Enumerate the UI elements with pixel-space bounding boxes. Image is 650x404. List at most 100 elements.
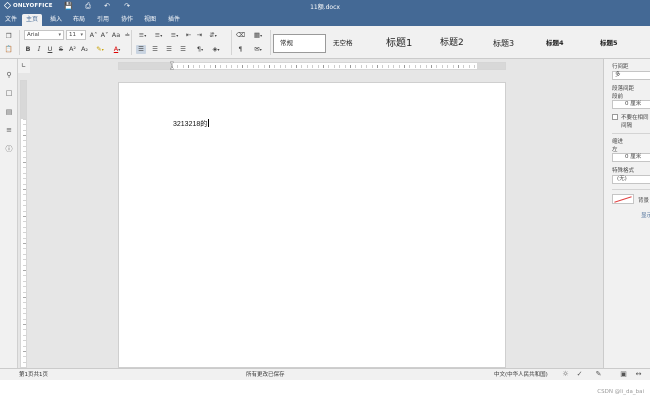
highlight-color-button[interactable]: ✎▾ [94, 45, 106, 54]
tab-plugins[interactable]: 插件 [164, 14, 184, 26]
decrease-indent-icon[interactable]: ⇤ [184, 31, 193, 40]
insert-image-icon[interactable]: ▦▾ [251, 31, 265, 40]
style-heading-3[interactable]: 标题3 [487, 34, 539, 53]
style-no-spacing[interactable]: 无空格 [327, 34, 377, 53]
toolbar-separator [19, 30, 20, 55]
subscript-button[interactable]: A₂ [80, 45, 89, 54]
style-normal[interactable]: 常规 [273, 34, 326, 53]
save-icon[interactable]: 💾 [64, 2, 73, 10]
numbered-list-icon[interactable]: ≡▾ [152, 31, 165, 40]
document-page[interactable]: 3213218的 [118, 82, 506, 368]
spellcheck-icon[interactable]: ✓ [575, 370, 584, 379]
align-right-icon[interactable]: ☰ [164, 45, 174, 54]
ruler-ticks [172, 65, 477, 68]
style-heading-1[interactable]: 标题1 [380, 34, 432, 53]
vertical-ruler[interactable] [20, 80, 27, 368]
horizontal-ruler[interactable]: ▽ △ [118, 62, 506, 71]
special-indent-select[interactable]: (无) [612, 175, 650, 184]
comments-icon[interactable]: □ [4, 88, 14, 98]
special-indent-value: (无) [617, 176, 627, 182]
fit-width-icon[interactable]: ↔ [634, 370, 643, 379]
bullet-list-icon[interactable]: ≡▾ [136, 31, 149, 40]
font-color-button[interactable]: A▾ [111, 45, 123, 54]
track-changes-icon[interactable]: ✎ [594, 370, 603, 379]
panel-separator [612, 189, 650, 190]
status-bar: 第1页共1页 所有更改已保存 中文(中华人民共和国) ☼ ✓ ✎ ▣ ↔ [0, 368, 650, 380]
style-heading-5[interactable]: 标题5 [594, 34, 644, 53]
indent-marker-icon[interactable]: ▽ △ [170, 62, 175, 71]
dont-add-space-label-2: 间隔 [621, 123, 633, 129]
superscript-button[interactable]: A² [68, 45, 77, 54]
document-text: 3213218的 [173, 121, 208, 128]
line-spacing-select[interactable]: 多 [612, 71, 650, 80]
tab-layout[interactable]: 布局 [69, 14, 89, 26]
show-advanced-link[interactable]: 显示 [641, 211, 650, 219]
indent-left-value: 0 厘米 [625, 154, 642, 160]
tab-collaborate[interactable]: 协作 [117, 14, 137, 26]
line-spacing-label: 行间距 [612, 64, 629, 70]
search-icon[interactable]: ⚲ [4, 70, 14, 80]
language-select[interactable]: 中文(中华人民共和国) [494, 371, 548, 379]
about-icon[interactable]: ⓘ [4, 144, 14, 154]
spacing-before-input[interactable]: 0 厘米 [612, 100, 650, 109]
align-left-icon[interactable]: ☰ [136, 45, 146, 54]
tab-stop-icon[interactable]: ∟ [21, 62, 26, 69]
navigation-icon[interactable]: ≡ [4, 125, 14, 135]
page-info[interactable]: 第1页共1页 [19, 371, 48, 379]
ruler-top-margin [21, 81, 26, 119]
dont-add-space-checkbox[interactable] [612, 114, 618, 120]
fit-page-icon[interactable]: ▣ [619, 370, 628, 379]
tab-file[interactable]: 文件 [1, 14, 21, 26]
shading-icon[interactable]: ◈▾ [209, 45, 223, 54]
menu-tab-bar: 文件 主页 插入 布局 引用 协作 视图 插件 [0, 13, 650, 26]
indent-left-input[interactable]: 0 厘米 [612, 153, 650, 162]
font-size-select[interactable]: 11 ▾ [66, 30, 86, 40]
tab-home[interactable]: 主页 [22, 14, 43, 26]
toolbar-separator [270, 30, 271, 55]
print-icon[interactable]: ⎙ [84, 2, 92, 10]
paragraph-spacing-label: 段落间距 [612, 86, 635, 92]
paragraph-mark-button[interactable]: ¶▾ [194, 45, 206, 54]
toolbar-separator [131, 30, 132, 55]
indent-left-label: 左 [612, 147, 618, 153]
align-center-icon[interactable]: ☰ [150, 45, 160, 54]
tab-insert[interactable]: 插入 [46, 14, 66, 26]
mail-merge-icon[interactable]: ✉▾ [251, 45, 265, 54]
bold-button[interactable]: B [24, 45, 32, 54]
chat-icon[interactable]: ▤ [4, 107, 14, 117]
tab-view[interactable]: 视图 [140, 14, 160, 26]
copy-icon[interactable]: ❐ [4, 32, 13, 41]
change-case-button[interactable]: Aa [111, 31, 121, 40]
paragraph-settings-panel: 行间距 多 段落间距 段前 0 厘米 不要在相同 间隔 缩进 左 0 厘米 特殊… [603, 59, 650, 368]
underline-button[interactable]: U [46, 45, 54, 54]
ruler-left-margin [119, 63, 172, 69]
increase-indent-icon[interactable]: ⇥ [195, 31, 204, 40]
tab-references[interactable]: 引用 [93, 14, 113, 26]
onlyoffice-logo-icon [3, 1, 12, 10]
font-name-value: Arial [27, 32, 40, 38]
paste-icon[interactable]: 📋 [4, 45, 13, 54]
text-cursor [208, 119, 210, 127]
indent-label: 缩进 [612, 139, 624, 145]
background-color-picker[interactable] [612, 194, 634, 204]
line-spacing-icon[interactable]: ⇵▾ [207, 31, 219, 40]
style-heading-2[interactable]: 标题2 [434, 34, 486, 53]
multilevel-list-icon[interactable]: ≡▾ [168, 31, 181, 40]
globe-icon[interactable]: ☼ [561, 370, 570, 379]
undo-icon[interactable]: ↶ [103, 2, 111, 10]
font-name-select[interactable]: Arial ▾ [24, 30, 64, 40]
eraser-icon[interactable]: ⌫ [236, 31, 245, 40]
italic-button[interactable]: I [35, 45, 43, 54]
increase-font-button[interactable]: A˄ [89, 31, 98, 40]
style-heading-4[interactable]: 标题4 [540, 34, 592, 53]
title-bar: ONLYOFFICE 💾 ⎙ ↶ ↷ 11额.docx [0, 0, 650, 13]
decrease-font-button[interactable]: A˅ [100, 31, 109, 40]
redo-icon[interactable]: ↷ [123, 2, 131, 10]
document-body[interactable]: 3213218的 [173, 119, 210, 129]
left-sidebar: ⚲ □ ▤ ≡ ⓘ [0, 59, 18, 368]
strikethrough-button[interactable]: S [57, 45, 65, 54]
align-justify-icon[interactable]: ☰ [178, 45, 188, 54]
copy-style-icon[interactable]: ¶ [236, 45, 245, 54]
background-label: 背景 [638, 198, 650, 204]
dont-add-space-label: 不要在相同 [621, 115, 649, 121]
